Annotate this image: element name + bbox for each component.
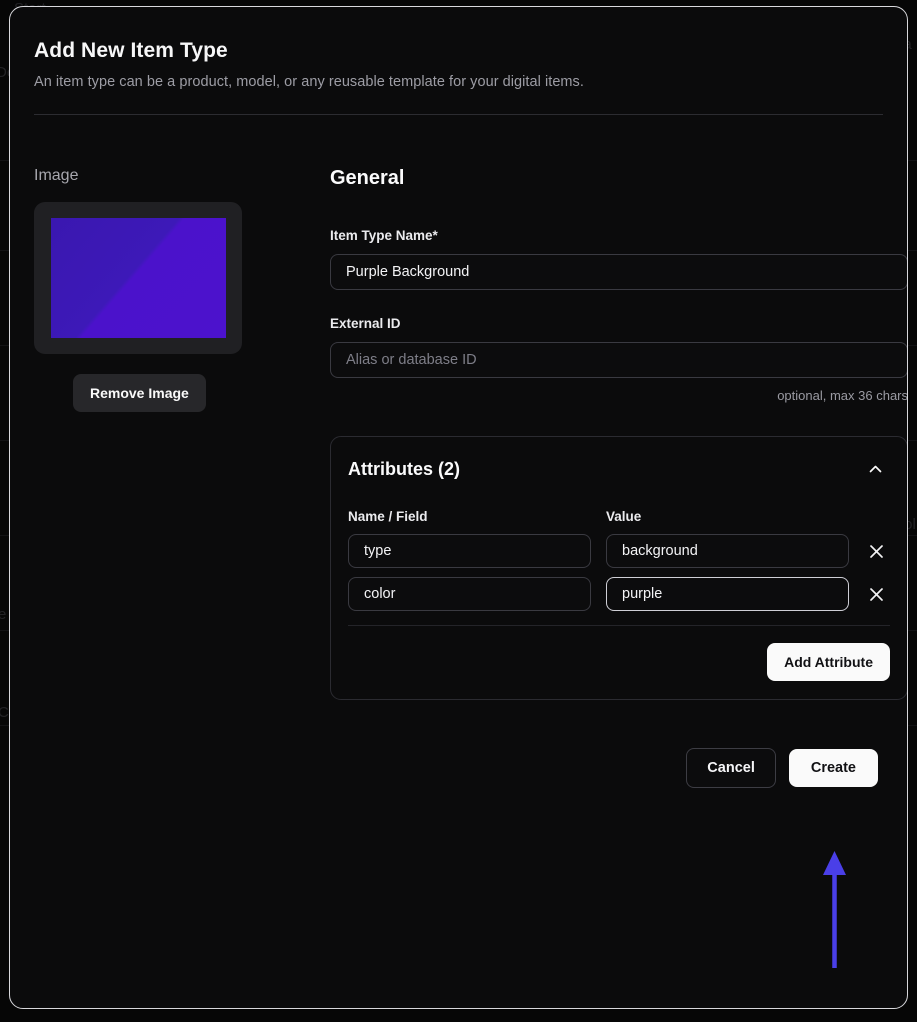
attribute-value-input[interactable] <box>606 534 849 568</box>
modal-header: Add New Item Type An item type can be a … <box>10 7 907 115</box>
backdrop-text: e <box>0 606 6 623</box>
attributes-title: Attributes (2) <box>348 459 460 480</box>
item-type-name-field-block: Item Type Name* <box>330 228 908 290</box>
remove-attribute-icon[interactable] <box>863 538 890 565</box>
attribute-name-input[interactable] <box>348 534 591 568</box>
add-attribute-row: Add Attribute <box>348 643 890 681</box>
external-id-label: External ID <box>330 316 908 331</box>
remove-attribute-icon[interactable] <box>863 581 890 608</box>
create-button[interactable]: Create <box>789 749 878 787</box>
attributes-value-column-header: Value <box>606 509 849 524</box>
attribute-row <box>348 577 890 611</box>
modal-body: Image Remove Image General Item Type Nam… <box>10 115 907 700</box>
item-type-name-input[interactable] <box>330 254 908 290</box>
attributes-card: Attributes (2) Name / Field Value <box>330 436 908 700</box>
attribute-row <box>348 534 890 568</box>
modal-subtitle: An item type can be a product, model, or… <box>34 74 883 90</box>
backdrop-text: C <box>0 704 9 721</box>
attribute-value-input[interactable] <box>606 577 849 611</box>
attribute-name-input[interactable] <box>348 577 591 611</box>
item-type-name-label: Item Type Name* <box>330 228 908 243</box>
page-title: Add New Item Type <box>34 39 883 63</box>
attributes-column-headers: Name / Field Value <box>348 509 890 524</box>
chevron-up-icon[interactable] <box>861 457 890 482</box>
external-id-field-block: External ID optional, max 36 chars <box>330 316 908 403</box>
modal-footer: Cancel Create <box>10 700 907 788</box>
general-column: General Item Type Name* External ID opti… <box>297 167 908 700</box>
image-column: Image Remove Image <box>34 167 297 700</box>
external-id-input[interactable] <box>330 342 908 378</box>
item-type-thumbnail <box>51 218 226 338</box>
image-preview-frame[interactable] <box>34 202 242 354</box>
cancel-button[interactable]: Cancel <box>686 748 776 788</box>
attributes-header[interactable]: Attributes (2) <box>348 457 890 482</box>
add-item-type-modal: Add New Item Type An item type can be a … <box>9 6 908 1009</box>
attributes-divider <box>348 625 890 626</box>
image-section-label: Image <box>34 167 297 185</box>
attributes-name-column-header: Name / Field <box>348 509 591 524</box>
external-id-helper-text: optional, max 36 chars <box>330 388 908 403</box>
general-heading: General <box>330 167 908 190</box>
remove-image-button[interactable]: Remove Image <box>73 374 206 412</box>
add-attribute-button[interactable]: Add Attribute <box>767 643 890 681</box>
